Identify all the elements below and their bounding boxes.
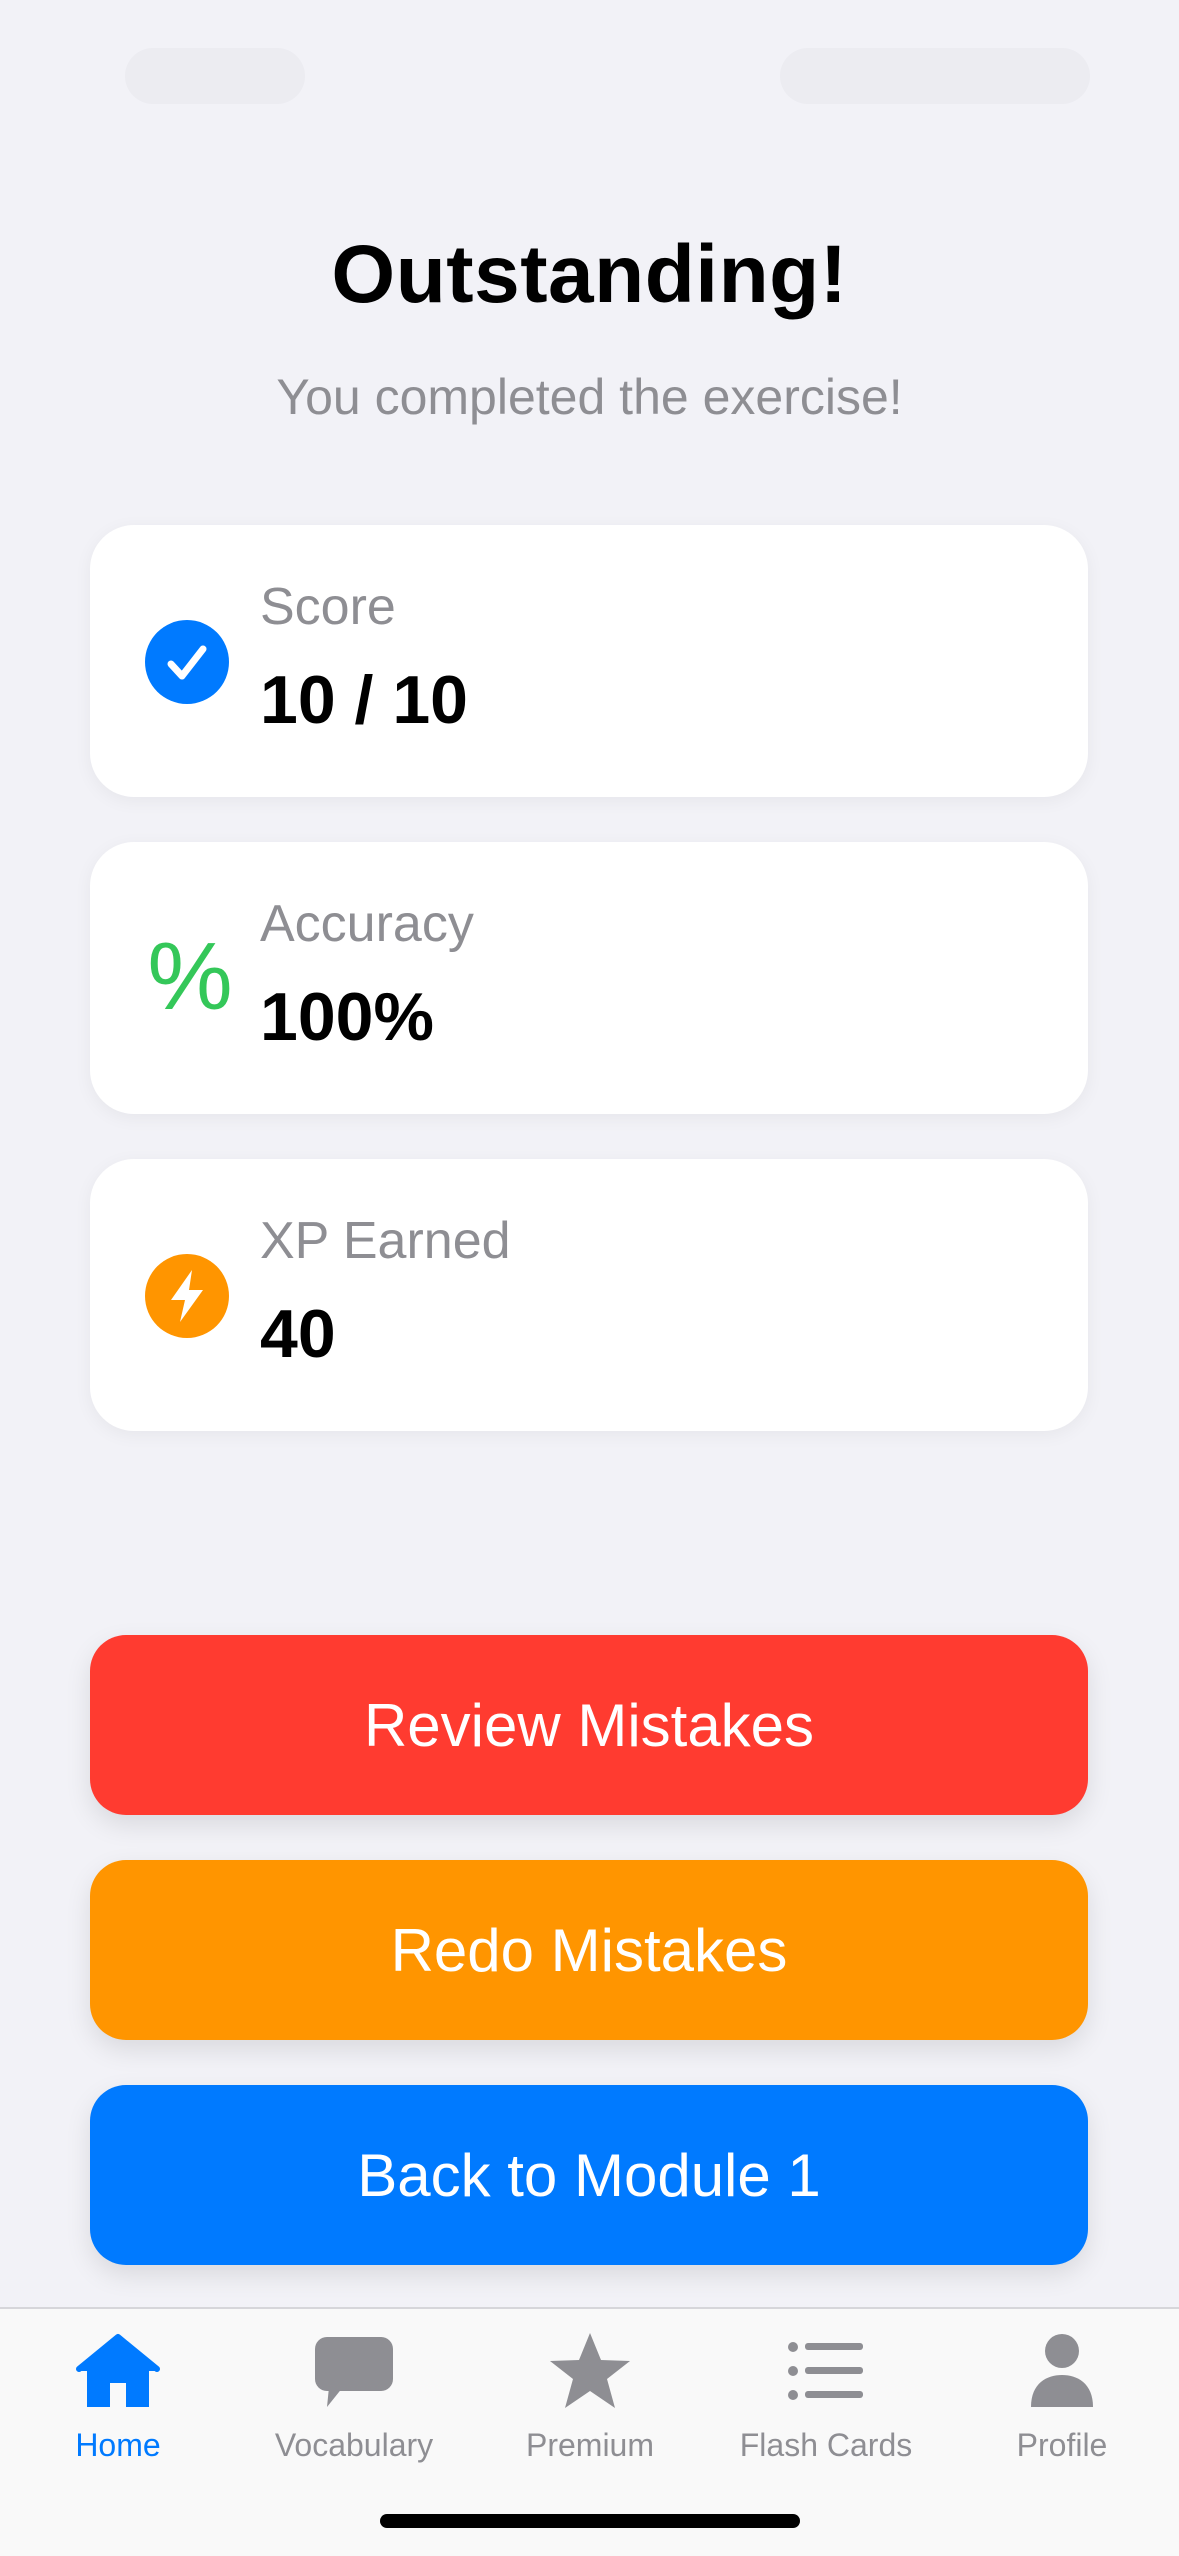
person-icon [1031, 2334, 1093, 2407]
redo-mistakes-button[interactable]: Redo Mistakes [90, 1860, 1088, 2040]
percent-icon: % [147, 923, 233, 1030]
tab-flash-cards[interactable]: Flash Cards [708, 2309, 944, 2479]
tab-premium-label: Premium [525, 2427, 654, 2463]
accuracy-label: Accuracy [260, 895, 474, 953]
xp-card: XP Earned 40 [90, 1159, 1088, 1431]
house-icon [76, 2334, 160, 2407]
review-mistakes-button[interactable]: Review Mistakes [90, 1635, 1088, 1815]
tab-flash-cards-label: Flash Cards [739, 2427, 913, 2463]
status-bar-time-area [125, 48, 305, 104]
status-bar-indicators-area [780, 48, 1090, 104]
status-bar [0, 0, 1179, 130]
tab-vocabulary-label: Vocabulary [274, 2427, 434, 2463]
page-title: Outstanding! [331, 229, 848, 320]
tab-premium[interactable]: Premium [472, 2309, 708, 2479]
back-to-module-button[interactable]: Back to Module 1 [90, 2085, 1088, 2265]
checkmark-circle-icon [145, 620, 229, 704]
bolt-circle-icon [145, 1254, 229, 1338]
score-value: 10 / 10 [260, 662, 468, 738]
score-label: Score [260, 578, 396, 636]
xp-label: XP Earned [260, 1212, 511, 1270]
tab-profile-label: Profile [1016, 2427, 1108, 2463]
completion-screen: Outstanding! You completed the exercise!… [0, 0, 1179, 2556]
tab-vocabulary[interactable]: Vocabulary [236, 2309, 472, 2479]
score-card: Score 10 / 10 [90, 525, 1088, 797]
tab-home[interactable]: Home [0, 2309, 236, 2479]
list-icon [788, 2342, 863, 2400]
star-icon [550, 2333, 630, 2408]
home-indicator [380, 2514, 800, 2528]
xp-value: 40 [260, 1296, 336, 1372]
accuracy-value: 100% [260, 979, 434, 1055]
page-subtitle: You completed the exercise! [276, 369, 903, 425]
tab-profile[interactable]: Profile [944, 2309, 1179, 2479]
tab-home-label: Home [75, 2427, 161, 2463]
accuracy-card: % Accuracy 100% [90, 842, 1088, 1114]
speech-bubble-icon [315, 2337, 393, 2407]
